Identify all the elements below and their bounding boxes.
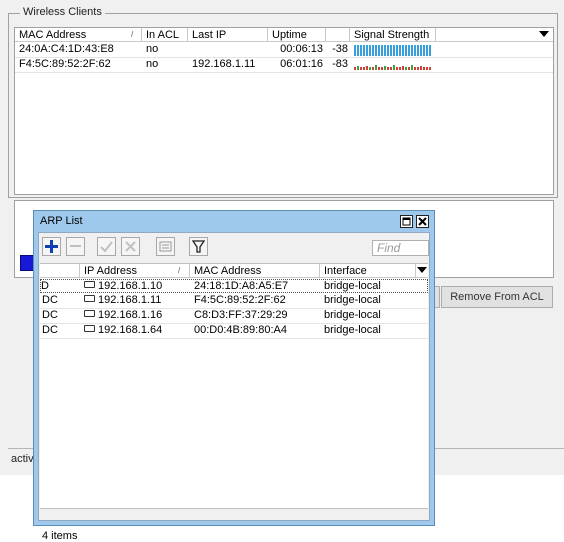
col-ip-address[interactable]: IP Address / [80, 264, 190, 278]
row-divider [40, 338, 428, 339]
filter-icon [191, 240, 206, 253]
window-title: ARP List [40, 215, 83, 227]
uptime-cell: 00:06:13 [280, 43, 323, 55]
interface-cell: bridge-local [324, 294, 381, 306]
signal-bar [352, 44, 436, 57]
table-row[interactable]: DC 192.168.1.16 C8:D3:FF:37:29:29 bridge… [40, 309, 428, 323]
in-acl-cell: no [146, 43, 159, 55]
arp-list-window: ARP List Find IP Address / MAC Address I… [33, 210, 435, 542]
flag-cell: DC [42, 309, 58, 321]
table-row[interactable]: DC 192.168.1.11 F4:5C:89:52:2F:62 bridge… [40, 294, 428, 308]
interface-cell: bridge-local [324, 280, 381, 292]
add-button[interactable] [42, 237, 61, 256]
arp-table: IP Address / MAC Address Interface D 192… [40, 263, 428, 509]
table-row[interactable]: D 192.168.1.10 24:18:1D:A8:A5:E7 bridge-… [40, 279, 428, 293]
mac-cell: F4:5C:89:52:2F:62 [19, 58, 111, 70]
signal-bar [352, 59, 436, 72]
close-icon [418, 217, 427, 226]
col-interface[interactable]: Interface [320, 264, 416, 278]
mac-cell: 24:0A:C4:1D:43:E8 [19, 43, 114, 55]
maximize-icon [402, 217, 411, 226]
status-bar-text: 4 items [42, 530, 78, 542]
flag-cell: DC [42, 294, 58, 306]
flag-cell: D [41, 280, 49, 292]
ip-cell: 192.168.1.16 [80, 309, 190, 322]
row-divider [15, 72, 553, 73]
col-flags[interactable] [40, 264, 80, 278]
enable-icon [100, 241, 113, 253]
disable-button[interactable] [121, 237, 140, 256]
col-ip-address-label: IP Address [84, 265, 137, 277]
address-icon [84, 281, 95, 288]
enable-button[interactable] [97, 237, 116, 256]
add-icon [45, 240, 58, 253]
chevron-down-icon [417, 267, 427, 273]
ip-text: 192.168.1.11 [98, 294, 162, 306]
last-ip-cell: 192.168.1.11 [192, 58, 256, 70]
address-icon [84, 325, 95, 332]
ip-text: 192.168.1.16 [98, 309, 163, 321]
col-mac-address[interactable]: MAC Address / [15, 28, 142, 42]
last-ip-cell [188, 43, 268, 56]
mac-cell: F4:5C:89:52:2F:62 [194, 294, 286, 306]
ip-cell: 192.168.1.11 [80, 294, 190, 307]
col-last-ip[interactable]: Last IP [188, 28, 268, 42]
signal-value-cell: -83 [332, 58, 348, 70]
col-signal-value[interactable] [326, 28, 350, 42]
remove-button[interactable] [66, 237, 85, 256]
ip-text: 192.168.1.64 [98, 324, 163, 336]
table-row[interactable]: DC 192.168.1.64 00:D0:4B:89:80:A4 bridge… [40, 324, 428, 338]
col-mac-address-label: MAC Address [19, 29, 87, 41]
disable-icon [125, 241, 136, 252]
find-input[interactable]: Find [372, 240, 429, 256]
background-status-text: activ [11, 453, 34, 465]
address-icon [84, 295, 95, 302]
sort-icon: / [131, 30, 134, 39]
ip-cell: 192.168.1.10 [80, 280, 190, 293]
remove-icon [70, 245, 81, 247]
maximize-button[interactable] [400, 215, 413, 228]
signal-bar-weak [354, 65, 431, 70]
interface-cell: bridge-local [324, 324, 381, 336]
sort-icon: / [178, 266, 181, 275]
wireless-clients-legend: Wireless Clients [20, 6, 105, 18]
ip-cell: 192.168.1.64 [80, 324, 190, 337]
mac-cell: 00:D0:4B:89:80:A4 [194, 324, 287, 336]
comment-button[interactable] [156, 237, 175, 256]
remove-from-acl-button[interactable]: Remove From ACL [441, 286, 553, 308]
comment-icon [159, 241, 172, 252]
flag-cell: DC [42, 324, 58, 336]
uptime-cell: 06:01:16 [280, 58, 323, 70]
in-acl-cell: no [146, 58, 159, 70]
column-menu[interactable] [416, 264, 428, 278]
col-uptime[interactable]: Uptime [268, 28, 326, 42]
filter-button[interactable] [189, 237, 208, 256]
signal-value-cell: -38 [332, 43, 348, 55]
mac-cell: 24:18:1D:A8:A5:E7 [194, 280, 289, 292]
wireless-clients-table: MAC Address / In ACL Last IP Uptime Sign… [14, 27, 554, 195]
arp-list-body: Find IP Address / MAC Address Interface … [38, 232, 430, 542]
interface-cell: bridge-local [324, 309, 381, 321]
mac-cell: C8:D3:FF:37:29:29 [194, 309, 288, 321]
chevron-down-icon [539, 31, 549, 37]
ip-text: 192.168.1.10 [98, 280, 163, 292]
address-icon [84, 310, 95, 317]
col-signal-strength[interactable]: Signal Strength [350, 28, 436, 42]
col-in-acl[interactable]: In ACL [142, 28, 188, 42]
col-mac-address[interactable]: MAC Address [190, 264, 320, 278]
column-menu[interactable] [436, 28, 553, 42]
close-button[interactable] [416, 215, 429, 228]
signal-bar-strong [354, 45, 431, 56]
